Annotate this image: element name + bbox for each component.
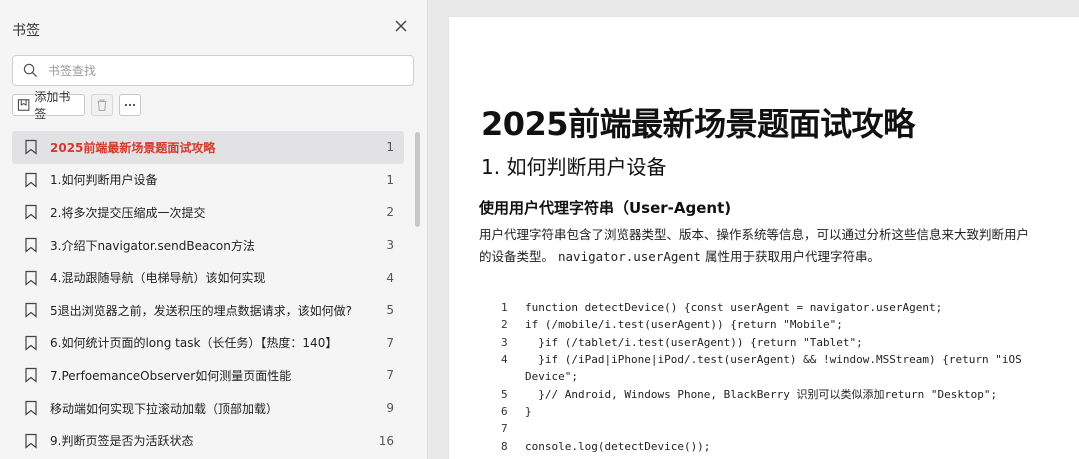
line-number: 6: [501, 404, 508, 418]
code-line: 7: [501, 420, 1061, 437]
bookmark-label: 4.混动跟随导航（电梯导航）该如何实现: [50, 271, 266, 286]
bookmark-list-scrollbar[interactable]: [415, 132, 420, 227]
bookmark-page-number: 16: [378, 433, 394, 448]
bookmark-item[interactable]: 7.PerfoemanceObserver如何测量页面性能 7: [12, 359, 404, 392]
code-text: }// Android, Windows Phone, BlackBerry 识…: [525, 388, 998, 402]
bookmark-item[interactable]: 1.如何判断用户设备 1: [12, 164, 404, 197]
bookmark-label: 6.如何统计页面的long task（长任务）【热度：140】: [50, 336, 338, 351]
line-number: 1: [501, 301, 508, 315]
body-paragraph: 用户代理字符串包含了浏览器类型、版本、操作系统等信息，可以通过分析这些信息来大致…: [479, 224, 1059, 268]
bookmark-page-number: 7: [386, 335, 394, 350]
bookmark-item[interactable]: 移动端如何实现下拉滚动加载（顶部加载） 9: [12, 392, 404, 425]
line-number: 3: [501, 335, 508, 349]
bookmark-label: 2.将多次提交压缩成一次提交: [50, 205, 206, 220]
code-text: }if (/tablet/i.test(userAgent)) {return …: [525, 335, 863, 349]
code-line: 6}: [501, 403, 1061, 420]
code-line: 2 if (/mobile/i.test(userAgent)) {return …: [501, 316, 1061, 333]
bookmark-panel: 书签 添加书签: [0, 0, 428, 459]
bookmark-toolbar: 添加书签: [12, 90, 141, 121]
document-page: 2025前端最新场景题面试攻略 1. 如何判断用户设备 使用用户代理字符串（Us…: [449, 17, 1079, 459]
line-number: 4: [501, 353, 508, 367]
code-text: console.log(detectDevice());: [525, 439, 711, 453]
code-line: 3 }if (/tablet/i.test(userAgent)) {retur…: [501, 334, 1061, 351]
bookmark-search-box[interactable]: [12, 55, 414, 86]
bookmark-item[interactable]: 4.混动跟随导航（电梯导航）该如何实现 4: [12, 261, 404, 294]
more-icon: [124, 103, 136, 107]
add-bookmark-label: 添加书签: [34, 90, 71, 121]
bookmark-label: 9.判断页签是否为活跃状态: [50, 434, 194, 449]
paragraph-line: 的设备类型。 navigator.userAgent 属性用于获取用户代理字符串…: [479, 246, 1059, 268]
bookmark-label: 1.如何判断用户设备: [50, 173, 158, 188]
bookmark-page-number: 3: [386, 238, 394, 253]
delete-bookmark-button[interactable]: [91, 94, 113, 116]
section-heading: 1. 如何判断用户设备: [481, 155, 667, 179]
paragraph-text: 属性用于获取用户代理字符串。: [704, 249, 880, 264]
add-bookmark-icon: [17, 99, 30, 111]
bookmark-page-number: 2: [386, 205, 394, 220]
code-line: 5 }// Android, Windows Phone, BlackBerry…: [501, 385, 1061, 402]
line-number: 8: [501, 439, 508, 453]
code-text: function detectDevice() {const userAgent…: [525, 301, 943, 315]
bookmark-icon: [25, 335, 37, 351]
line-number: 7: [501, 422, 508, 436]
bookmark-page-number: 1: [386, 140, 394, 155]
bookmark-item[interactable]: 2025前端最新场景题面试攻略 1: [12, 131, 404, 164]
bookmark-item[interactable]: 3.介绍下navigator.sendBeacon方法 3: [12, 229, 404, 262]
bookmark-icon: [25, 433, 37, 449]
bookmark-page-number: 1: [386, 172, 394, 187]
code-line: 1 function detectDevice() {const userAgen…: [501, 299, 1061, 316]
code-line: 4 }if (/iPad|iPhone|iPod/.test(userAgent…: [501, 351, 1061, 368]
search-icon: [23, 63, 38, 78]
code-text: }: [525, 404, 532, 418]
bookmark-icon: [25, 205, 37, 221]
trash-icon: [97, 99, 107, 111]
paragraph-text: 的设备类型。: [479, 249, 555, 264]
bookmark-page-number: 9: [386, 401, 394, 416]
close-icon[interactable]: [393, 18, 409, 34]
line-number: 5: [501, 387, 508, 401]
bookmark-icon: [25, 140, 37, 156]
panel-title: 书签: [12, 23, 40, 39]
bookmark-page-number: 5: [386, 303, 394, 318]
bookmark-page-number: 7: [386, 368, 394, 383]
bookmark-item[interactable]: 6.如何统计页面的long task（长任务）【热度：140】 7: [12, 327, 404, 360]
document-title: 2025前端最新场景题面试攻略: [481, 105, 915, 143]
bookmark-icon: [25, 172, 37, 188]
subsection-heading: 使用用户代理字符串（User-Agent): [479, 199, 732, 217]
bookmark-icon: [25, 303, 37, 319]
bookmark-icon: [25, 237, 37, 253]
bookmark-icon: [25, 400, 37, 416]
bookmark-list: 2025前端最新场景题面试攻略 1 1.如何判断用户设备 1 2.将多次提交压缩…: [12, 131, 404, 457]
add-bookmark-button[interactable]: 添加书签: [12, 90, 85, 121]
paragraph-line: 用户代理字符串包含了浏览器类型、版本、操作系统等信息，可以通过分析这些信息来大致…: [479, 227, 1030, 242]
code-line: 8 console.log(detectDevice());: [501, 437, 1061, 454]
bookmark-label: 7.PerfoemanceObserver如何测量页面性能: [50, 368, 292, 383]
bookmark-item[interactable]: 9.判断页签是否为活跃状态 16: [12, 424, 404, 457]
code-block: 1 function detectDevice() {const userAgen…: [501, 299, 1061, 455]
more-options-button[interactable]: [119, 94, 141, 116]
bookmark-icon: [25, 368, 37, 384]
code-text: }if (/iPad|iPhone|iPod/.test(userAgent) …: [525, 353, 1022, 367]
code-text: if (/mobile/i.test(userAgent)) {return "…: [525, 318, 843, 332]
code-line: Device";: [501, 368, 1061, 385]
inline-code: navigator.userAgent: [558, 249, 701, 264]
bookmark-label: 2025前端最新场景题面试攻略: [50, 140, 216, 155]
bookmark-page-number: 4: [386, 270, 394, 285]
code-text: Device";: [525, 370, 578, 384]
line-number: 2: [501, 318, 508, 332]
bookmark-label: 3.介绍下navigator.sendBeacon方法: [50, 238, 255, 253]
bookmark-label: 移动端如何实现下拉滚动加载（顶部加载）: [50, 401, 279, 416]
bookmark-item[interactable]: 5退出浏览器之前，发送积压的埋点数据请求，该如何做? 5: [12, 294, 404, 327]
bookmark-icon: [25, 270, 37, 286]
bookmark-label: 5退出浏览器之前，发送积压的埋点数据请求，该如何做?: [50, 303, 353, 318]
bookmark-search-input[interactable]: [48, 63, 388, 78]
bookmark-item[interactable]: 2.将多次提交压缩成一次提交 2: [12, 196, 404, 229]
